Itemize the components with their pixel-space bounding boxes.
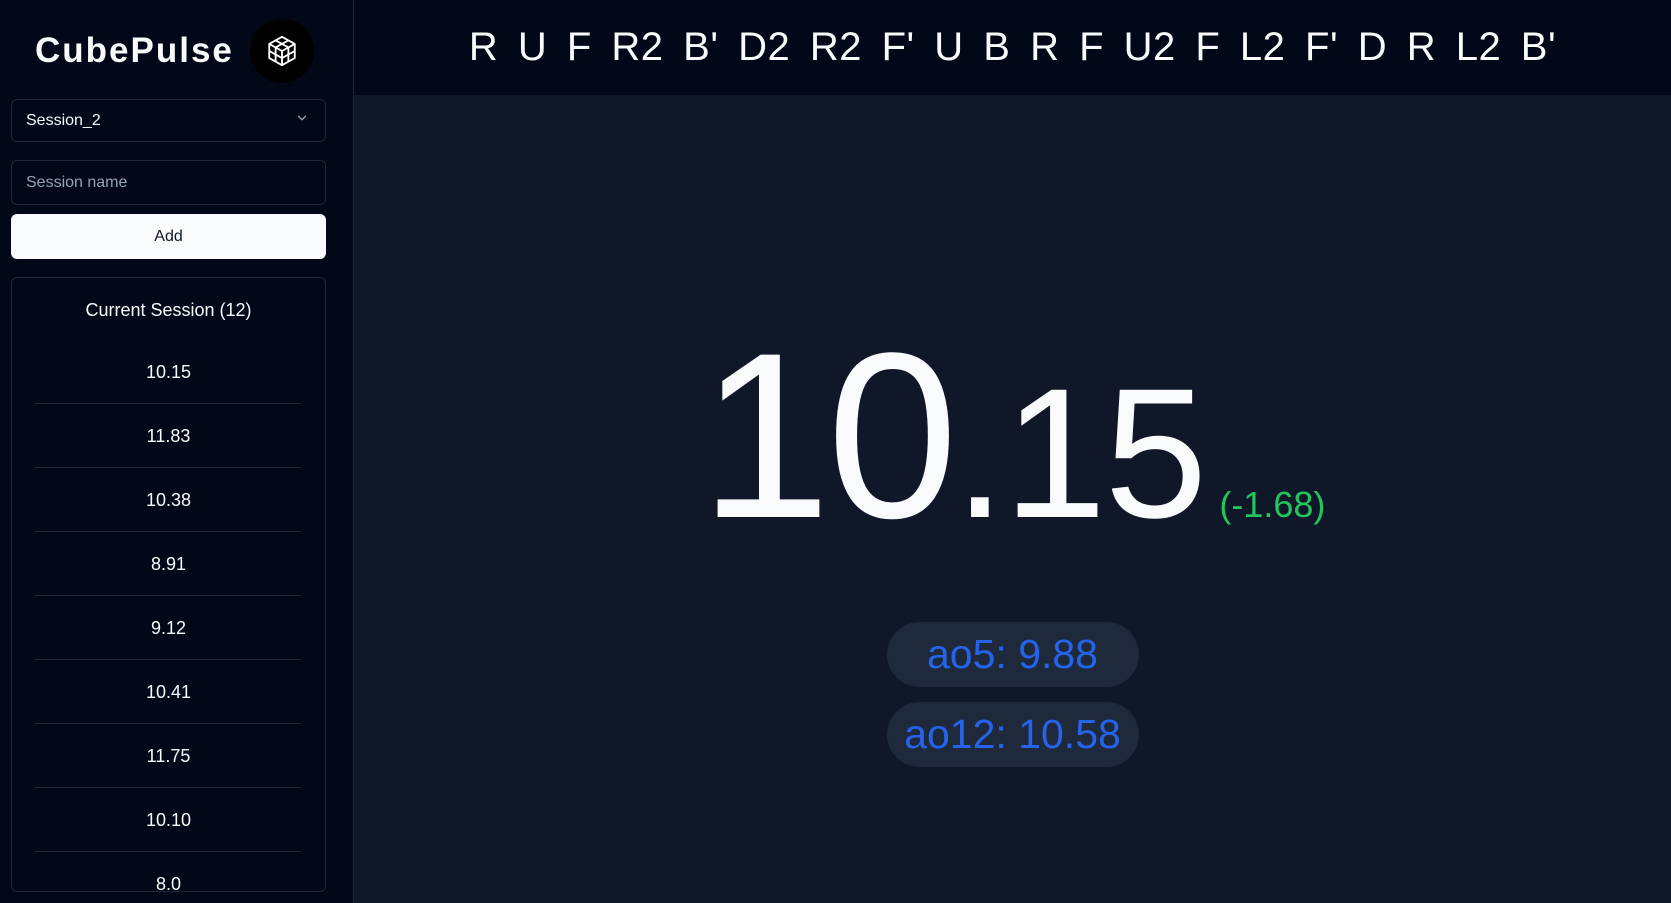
sidebar: CubePulse Session_2 Session name Add Cur… (0, 0, 354, 903)
time-delta: (-1.68) (1219, 484, 1326, 525)
time-item[interactable]: 8.0 (35, 852, 302, 891)
app-root: CubePulse Session_2 Session name Add Cur… (0, 0, 1671, 903)
timer-whole: 10 (699, 304, 959, 568)
times-list: 10.15 11.83 10.38 8.91 9.12 10.41 11.75 … (35, 340, 302, 891)
time-item[interactable]: 8.91 (35, 532, 302, 596)
session-name-input[interactable] (11, 160, 326, 205)
time-item[interactable]: 10.10 (35, 788, 302, 852)
times-title: Current Session (12) (85, 300, 252, 320)
timer-value: 10.15 (700, 318, 1208, 557)
time-item[interactable]: 11.83 (35, 404, 302, 468)
timer-display: 10.15 (-1.68) (354, 318, 1671, 554)
main-area[interactable]: R U F R2 B' D2 R2 F' U B R F U2 F L2 F' … (354, 0, 1671, 903)
cube-icon (249, 19, 314, 83)
timer-decimal: .15 (954, 351, 1207, 557)
times-panel: Current Session (12) 10.15 11.83 10.38 8… (11, 277, 326, 892)
time-item[interactable]: 9.12 (35, 596, 302, 660)
session-select[interactable]: Session_2 (11, 99, 326, 142)
brand-name: CubePulse (35, 31, 234, 70)
scramble-text: R U F R2 B' D2 R2 F' U B R F U2 F L2 F' … (468, 25, 1557, 69)
add-session-button[interactable]: Add (11, 214, 326, 259)
session-select-value: Session_2 (26, 111, 101, 129)
time-item[interactable]: 10.38 (35, 468, 302, 532)
chevron-down-icon (295, 111, 309, 130)
ao12-stat: ao12: 10.58 (886, 702, 1139, 767)
time-item[interactable]: 11.75 (35, 724, 302, 788)
ao5-stat: ao5: 9.88 (886, 622, 1139, 687)
time-item[interactable]: 10.41 (35, 660, 302, 724)
time-item[interactable]: 10.15 (35, 340, 302, 404)
brand: CubePulse (35, 18, 314, 84)
scramble-bar: R U F R2 B' D2 R2 F' U B R F U2 F L2 F' … (354, 0, 1671, 95)
stats: ao5: 9.88 ao12: 10.58 (354, 622, 1671, 767)
